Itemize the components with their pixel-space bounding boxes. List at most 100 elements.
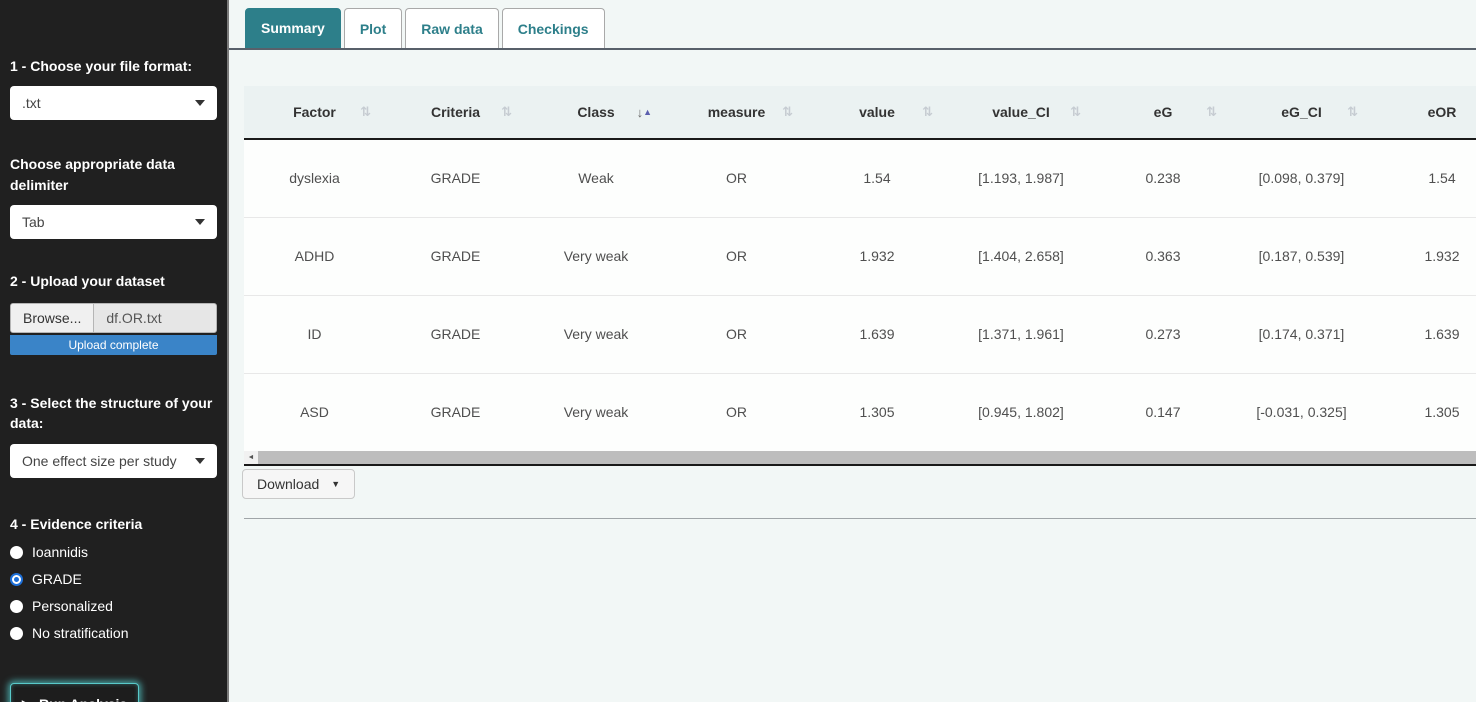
results-table: Factor ⇅ Criteria ⇅ Class ↓▲ <box>244 86 1476 451</box>
cell-eg: 0.147 <box>1095 373 1231 451</box>
tab-summary[interactable]: Summary <box>245 8 341 48</box>
radio-icon <box>10 600 23 613</box>
table-row: ID GRADE Very weak OR 1.639 [1.371, 1.96… <box>244 295 1476 373</box>
main-panel: Summary Plot Raw data Checkings Factor <box>229 0 1476 702</box>
file-format-label: 1 - Choose your file format: <box>10 56 217 76</box>
delimiter-label: Choose appropriate data delimiter <box>10 154 217 195</box>
radio-label: Ioannidis <box>32 544 88 560</box>
radio-no-stratification[interactable]: No stratification <box>10 625 217 641</box>
tab-plot[interactable]: Plot <box>344 8 402 48</box>
cell-class: Very weak <box>526 373 666 451</box>
file-format-select[interactable]: .txt <box>10 86 217 120</box>
column-header-eor[interactable]: eOR <box>1372 86 1476 139</box>
cell-factor: ASD <box>244 373 385 451</box>
cell-eg-ci: [-0.031, 0.325] <box>1231 373 1372 451</box>
structure-select[interactable]: One effect size per study <box>10 444 217 478</box>
structure-value: One effect size per study <box>22 453 195 469</box>
cell-eor: 1.54 <box>1372 139 1476 217</box>
cell-measure: OR <box>666 295 807 373</box>
chevron-down-icon <box>195 458 205 464</box>
cell-class: Very weak <box>526 217 666 295</box>
cell-eg-ci: [0.174, 0.371] <box>1231 295 1372 373</box>
browse-button[interactable]: Browse... <box>11 304 94 332</box>
uploaded-file-name: df.OR.txt <box>94 304 216 332</box>
sort-icon: ⇅ <box>501 104 510 120</box>
tab-bar: Summary Plot Raw data Checkings <box>229 0 1476 50</box>
sort-icon: ⇅ <box>922 104 931 120</box>
column-header-eg[interactable]: eG ⇅ <box>1095 86 1231 139</box>
download-label: Download <box>257 476 319 492</box>
radio-grade[interactable]: GRADE <box>10 571 217 587</box>
results-table-container: Factor ⇅ Criteria ⇅ Class ↓▲ <box>244 86 1476 466</box>
upload-progress-bar: Upload complete <box>10 335 217 355</box>
cell-eg-ci: [0.098, 0.379] <box>1231 139 1372 217</box>
radio-ioannidis[interactable]: Ioannidis <box>10 544 217 560</box>
run-analysis-label: Run Analysis <box>39 696 127 702</box>
horizontal-scrollbar: ◄ <box>244 451 1476 464</box>
sidebar: 1 - Choose your file format: .txt Choose… <box>0 0 229 702</box>
cell-eor: 1.639 <box>1372 295 1476 373</box>
cell-eor: 1.932 <box>1372 217 1476 295</box>
column-header-factor[interactable]: Factor ⇅ <box>244 86 385 139</box>
section-divider <box>244 518 1476 519</box>
caret-down-icon: ▼ <box>331 479 340 489</box>
summary-content: Factor ⇅ Criteria ⇅ Class ↓▲ <box>229 50 1476 519</box>
file-format-value: .txt <box>22 95 195 111</box>
cell-criteria: GRADE <box>385 373 526 451</box>
table-header-row: Factor ⇅ Criteria ⇅ Class ↓▲ <box>244 86 1476 139</box>
cell-eg: 0.273 <box>1095 295 1231 373</box>
cell-value-ci: [1.404, 2.658] <box>947 217 1095 295</box>
cell-eg: 0.363 <box>1095 217 1231 295</box>
app-window: 1 - Choose your file format: .txt Choose… <box>0 0 1476 702</box>
column-header-value[interactable]: value ⇅ <box>807 86 947 139</box>
sort-icon: ⇅ <box>1070 104 1079 120</box>
column-header-measure[interactable]: measure ⇅ <box>666 86 807 139</box>
cell-value-ci: [0.945, 1.802] <box>947 373 1095 451</box>
column-label: eG <box>1154 104 1173 120</box>
tab-raw-data[interactable]: Raw data <box>405 8 498 48</box>
cell-factor: ID <box>244 295 385 373</box>
column-label: measure <box>708 104 766 120</box>
sort-icon: ⇅ <box>782 104 791 120</box>
tab-checkings[interactable]: Checkings <box>502 8 605 48</box>
table-row: ASD GRADE Very weak OR 1.305 [0.945, 1.8… <box>244 373 1476 451</box>
scroll-left-arrow[interactable]: ◄ <box>244 451 258 464</box>
radio-label: No stratification <box>32 625 128 641</box>
column-label: Criteria <box>431 104 480 120</box>
radio-icon <box>10 627 23 640</box>
column-header-criteria[interactable]: Criteria ⇅ <box>385 86 526 139</box>
column-header-value-ci[interactable]: value_CI ⇅ <box>947 86 1095 139</box>
cell-value-ci: [1.371, 1.961] <box>947 295 1095 373</box>
radio-label: Personalized <box>32 598 113 614</box>
play-icon: ▶ <box>22 697 31 702</box>
cell-value: 1.54 <box>807 139 947 217</box>
cell-criteria: GRADE <box>385 295 526 373</box>
run-analysis-button[interactable]: ▶ Run Analysis <box>10 683 139 702</box>
download-button[interactable]: Download ▼ <box>242 469 355 499</box>
cell-eg: 0.238 <box>1095 139 1231 217</box>
column-header-class[interactable]: Class ↓▲ <box>526 86 666 139</box>
cell-criteria: GRADE <box>385 217 526 295</box>
radio-label: GRADE <box>32 571 82 587</box>
cell-value: 1.639 <box>807 295 947 373</box>
column-label: Factor <box>293 104 336 120</box>
radio-selected-icon <box>10 573 23 586</box>
radio-personalized[interactable]: Personalized <box>10 598 217 614</box>
sort-icon: ⇅ <box>1347 104 1356 120</box>
column-label: Class <box>577 104 614 120</box>
cell-eg-ci: [0.187, 0.539] <box>1231 217 1372 295</box>
cell-class: Very weak <box>526 295 666 373</box>
column-header-eg-ci[interactable]: eG_CI ⇅ <box>1231 86 1372 139</box>
cell-criteria: GRADE <box>385 139 526 217</box>
table-row: ADHD GRADE Very weak OR 1.932 [1.404, 2.… <box>244 217 1476 295</box>
delimiter-select[interactable]: Tab <box>10 205 217 239</box>
cell-factor: dyslexia <box>244 139 385 217</box>
cell-measure: OR <box>666 373 807 451</box>
evidence-criteria-label: 4 - Evidence criteria <box>10 514 217 534</box>
cell-value-ci: [1.193, 1.987] <box>947 139 1095 217</box>
cell-measure: OR <box>666 217 807 295</box>
scrollbar-thumb[interactable] <box>258 451 1476 464</box>
cell-eor: 1.305 <box>1372 373 1476 451</box>
structure-label: 3 - Select the structure of your data: <box>10 393 217 434</box>
upload-section-label: 2 - Upload your dataset <box>10 271 217 291</box>
